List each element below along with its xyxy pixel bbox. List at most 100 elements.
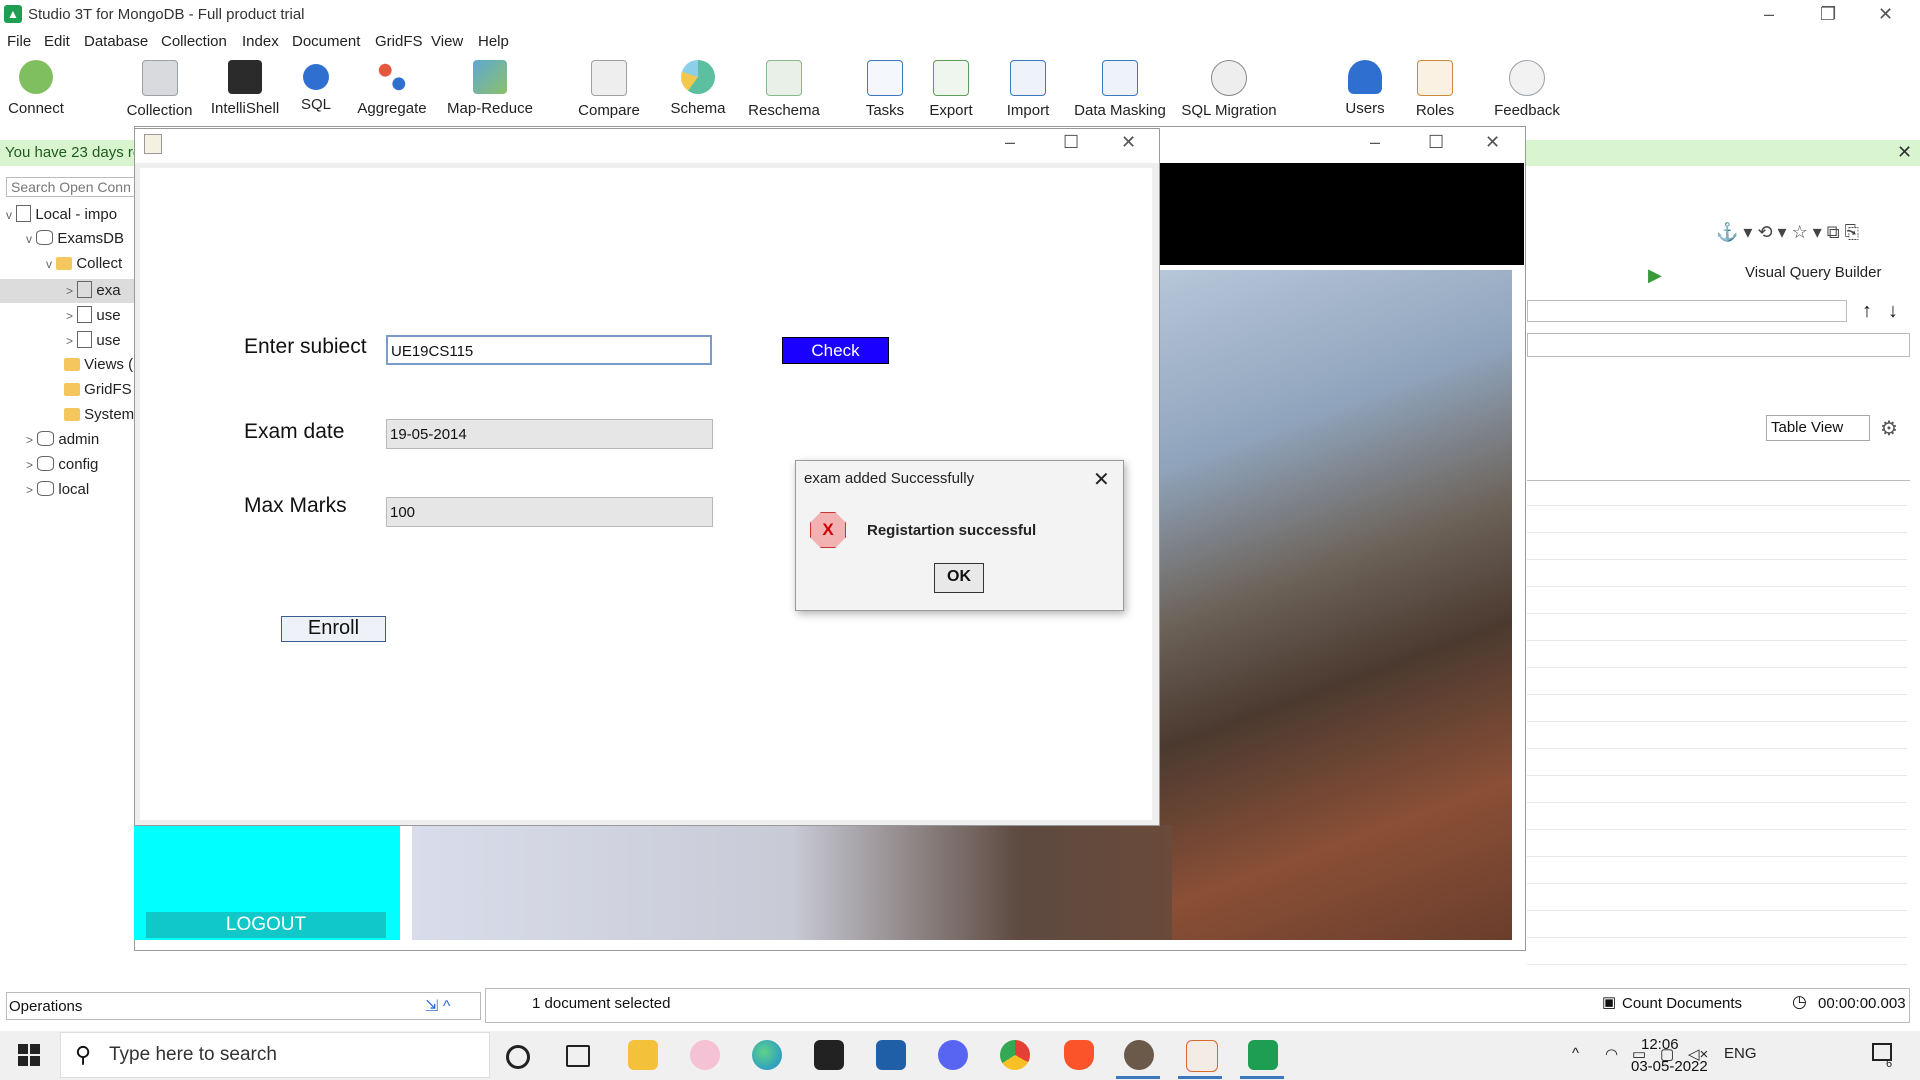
compare-icon (591, 60, 627, 96)
close-button[interactable]: ✕ (1878, 4, 1893, 25)
collection-icon (77, 331, 93, 348)
tree-item-local[interactable]: > local (26, 481, 89, 498)
run-query-icon[interactable]: ▶ (1648, 265, 1662, 286)
menu-gridfs[interactable]: GridFS (375, 33, 423, 50)
gear-icon[interactable]: ⚙ (1880, 416, 1898, 441)
dialog-close-icon[interactable]: ✕ (1093, 467, 1110, 492)
menu-index[interactable]: Index (242, 33, 279, 50)
terminal-icon[interactable] (814, 1040, 844, 1070)
front-maximize-button[interactable]: ☐ (1063, 132, 1079, 153)
clock-date[interactable]: 03-05-2022 (1631, 1058, 1708, 1075)
aggregate-button[interactable]: Aggregate (352, 60, 432, 117)
max-marks-field[interactable]: 100 (386, 497, 713, 527)
reschema-button[interactable]: Reschema (748, 60, 820, 119)
file-explorer-icon[interactable] (628, 1040, 658, 1070)
windows-start-icon[interactable] (18, 1044, 40, 1066)
grid-row-line (1527, 964, 1907, 965)
bg-close-button[interactable]: ✕ (1485, 132, 1500, 153)
roles-button[interactable]: Roles (1410, 60, 1460, 119)
java-icon[interactable] (1186, 1040, 1218, 1072)
classroom-photo (1160, 270, 1512, 940)
chrome-icon[interactable] (1000, 1040, 1030, 1070)
schema-button[interactable]: Schema (666, 60, 730, 117)
search-connections-input[interactable]: Search Open Conn (6, 177, 136, 197)
tree-item-users2-collection[interactable]: > use (66, 331, 121, 349)
count-documents-button[interactable]: Count Documents (1622, 995, 1742, 1012)
menu-view[interactable]: View (431, 33, 463, 50)
tasks-button[interactable]: Tasks (864, 60, 906, 119)
sort-down-icon[interactable]: ↓ (1888, 300, 1898, 323)
chevron-down-icon: v (26, 232, 32, 246)
exam-date-field[interactable]: 19-05-2014 (386, 419, 713, 449)
grid-row-line (1527, 559, 1907, 560)
ok-button[interactable]: OK (934, 563, 984, 593)
edge-icon[interactable] (752, 1040, 782, 1070)
brave-icon[interactable] (1064, 1040, 1094, 1070)
cortana-icon[interactable] (506, 1045, 530, 1069)
tree-item-system[interactable]: System (64, 406, 134, 423)
feedback-button[interactable]: Feedback (1490, 60, 1564, 119)
virtualbox-icon[interactable] (876, 1040, 906, 1070)
language-indicator[interactable]: ENG (1724, 1045, 1757, 1062)
compare-button[interactable]: Compare (574, 60, 644, 119)
studio3t-icon[interactable] (1248, 1040, 1278, 1070)
toolbar-anchor-icon[interactable]: ⚓ ▾ ⟲ ▾ ☆ ▾ ⧉ ⎘ (1716, 222, 1859, 243)
grid-row-line (1527, 775, 1907, 776)
tree-item-connection[interactable]: v Local - impo (6, 205, 117, 223)
users-button[interactable]: Users (1340, 60, 1390, 117)
visual-query-builder-button[interactable]: Visual Query Builder (1745, 264, 1881, 281)
collection-button[interactable]: Collection (122, 60, 197, 119)
wifi-icon[interactable]: ◠ (1605, 1045, 1618, 1063)
sql-migration-button[interactable]: SQL Migration (1176, 60, 1282, 119)
operations-label[interactable]: Operations (9, 998, 82, 1015)
import-button[interactable]: Import (1000, 60, 1056, 119)
front-minimize-button[interactable]: – (1005, 132, 1015, 153)
game-icon[interactable] (1124, 1040, 1154, 1070)
tree-item-admin[interactable]: > admin (26, 431, 99, 448)
intellishell-button[interactable]: IntelliShell (206, 60, 284, 117)
menu-edit[interactable]: Edit (44, 33, 70, 50)
bg-minimize-button[interactable]: – (1370, 132, 1380, 153)
data-masking-icon (1102, 60, 1138, 96)
enroll-button[interactable]: Enroll (281, 616, 386, 642)
task-view-icon[interactable] (566, 1045, 590, 1067)
logout-button[interactable]: LOGOUT (146, 912, 386, 938)
count-documents-icon: ▣ (1602, 994, 1617, 1011)
tree-item-collections[interactable]: v Collect (46, 255, 122, 272)
tree-item-users-collection[interactable]: > use (66, 306, 121, 324)
data-masking-button[interactable]: Data Masking (1072, 60, 1168, 119)
sort-up-icon[interactable]: ↑ (1862, 300, 1872, 323)
dialog-message: Registartion successful (867, 522, 1037, 539)
front-close-button[interactable]: ✕ (1121, 132, 1136, 153)
discord-icon[interactable] (938, 1040, 968, 1070)
tree-item-exams-collection[interactable]: > exa (66, 281, 121, 299)
check-button[interactable]: Check (782, 337, 889, 364)
tray-chevron-up-icon[interactable]: ^ (1572, 1045, 1579, 1062)
menu-help[interactable]: Help (478, 33, 509, 50)
projection-input[interactable] (1527, 333, 1910, 357)
minimize-button[interactable]: – (1764, 4, 1774, 25)
menu-database[interactable]: Database (84, 33, 148, 50)
trial-banner-close-icon[interactable]: ✕ (1897, 142, 1912, 163)
menu-document[interactable]: Document (292, 33, 360, 50)
map-reduce-button[interactable]: Map-Reduce (440, 60, 540, 117)
tree-item-config[interactable]: > config (26, 456, 98, 473)
grid-row-line (1527, 613, 1907, 614)
connect-button[interactable]: Connect (6, 60, 66, 117)
restore-button[interactable]: ❐ (1820, 4, 1836, 25)
grid-row-line (1527, 883, 1907, 884)
menu-collection[interactable]: Collection (161, 33, 227, 50)
tree-item-gridfs[interactable]: GridFS (64, 381, 132, 398)
snipping-tool-icon[interactable] (690, 1040, 720, 1070)
menu-file[interactable]: File (7, 33, 31, 50)
sql-button[interactable]: SQL (296, 60, 336, 113)
view-mode-select[interactable]: Table View (1766, 415, 1870, 441)
tree-item-views[interactable]: Views ( (64, 356, 133, 373)
clock-time[interactable]: 12:06 (1641, 1036, 1679, 1053)
query-input[interactable] (1527, 300, 1847, 322)
subject-input[interactable]: UE19CS115 (386, 335, 712, 365)
export-button[interactable]: Export (926, 60, 976, 119)
operations-expand-icon[interactable]: ⇲ ^ (425, 996, 450, 1016)
bg-maximize-button[interactable]: ☐ (1428, 132, 1444, 153)
tree-item-examsdb[interactable]: v ExamsDB (26, 230, 124, 247)
